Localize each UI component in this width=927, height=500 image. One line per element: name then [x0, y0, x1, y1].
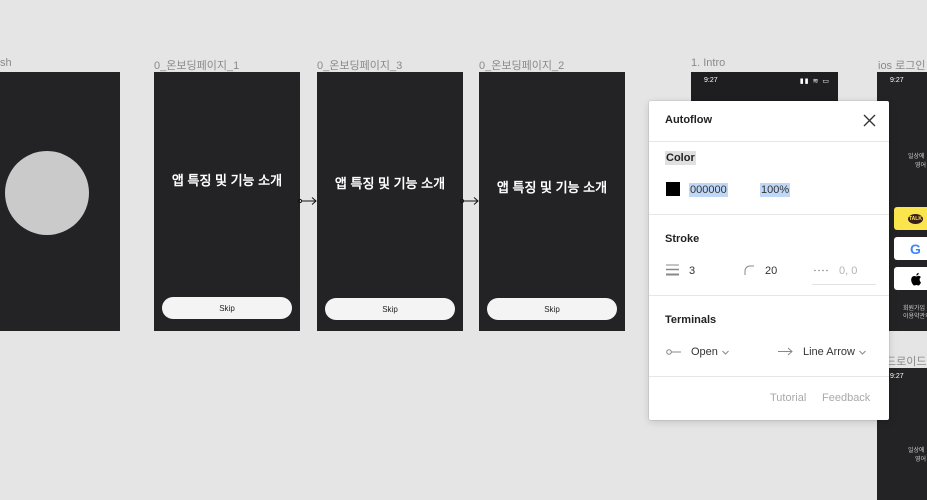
skip-button[interactable]: Skip: [325, 298, 455, 320]
intro-text: 일상에: [908, 448, 925, 454]
divider: [649, 295, 889, 296]
terms-text: 이용약관의: [903, 314, 927, 320]
skip-button[interactable]: Skip: [162, 297, 292, 319]
apple-icon: [911, 272, 921, 285]
google-login-button[interactable]: G: [894, 237, 927, 260]
frame-label: 0_온보딩페이지_3: [317, 60, 403, 72]
end-terminal-value: Line Arrow: [803, 346, 855, 358]
status-time: 9:27: [890, 77, 904, 84]
flow-arrow-connector: [298, 197, 317, 205]
stroke-section-title: Stroke: [665, 233, 700, 245]
start-terminal-value: Open: [691, 346, 718, 358]
color-section-title: Color: [665, 151, 696, 165]
onboarding-frame-2[interactable]: 앱 특징 및 기능 소개 Skip: [479, 72, 625, 331]
divider: [649, 141, 889, 142]
chevron-down-icon: [722, 350, 729, 355]
frame-title: 앱 특징 및 기능 소개: [496, 180, 608, 195]
splash-frame[interactable]: [0, 72, 120, 331]
frame-label: 드로이드: [886, 356, 927, 368]
kakao-login-button[interactable]: TALK: [894, 207, 927, 230]
end-terminal-select[interactable]: Line Arrow: [803, 346, 866, 358]
autoflow-panel: Autoflow Color 000000 100% Stroke 3 20 0…: [649, 101, 889, 420]
status-time: 9:27: [890, 373, 904, 380]
kakao-talk-icon: TALK: [908, 213, 923, 224]
chevron-down-icon: [859, 350, 866, 355]
start-terminal-select[interactable]: Open: [691, 346, 729, 358]
signal-wifi-battery-icon: ▮▮ ≋ ▭: [799, 78, 830, 85]
frame-title: 앱 특징 및 기능 소개: [171, 173, 283, 188]
flow-arrow-connector: [460, 197, 479, 205]
close-icon[interactable]: [862, 113, 877, 128]
onboarding-frame-1[interactable]: 앱 특징 및 기능 소개 Skip: [154, 72, 300, 331]
frame-label: 1. Intro: [691, 57, 726, 69]
frame-label: 0_온보딩페이지_2: [479, 60, 565, 72]
dash-input-underline: [812, 284, 876, 285]
frame-label: sh: [0, 57, 12, 69]
terminals-section-title: Terminals: [665, 314, 717, 326]
open-terminal-icon: [666, 349, 681, 355]
status-bar: 9:27 ▮▮ ≋ ▭: [691, 76, 838, 86]
color-swatch[interactable]: [666, 182, 680, 196]
corner-radius-input[interactable]: 20: [765, 265, 777, 277]
color-hex-input[interactable]: 000000: [689, 183, 728, 197]
apple-login-button[interactable]: [894, 267, 927, 290]
stroke-weight-input[interactable]: 3: [689, 265, 695, 277]
feedback-link[interactable]: Feedback: [822, 392, 870, 404]
stroke-weight-icon: [666, 264, 679, 276]
tutorial-link[interactable]: Tutorial: [770, 392, 806, 404]
panel-title: Autoflow: [665, 114, 713, 126]
frame-label: 0_온보딩페이지_1: [154, 60, 240, 72]
onboarding-frame-3[interactable]: 앱 특징 및 기능 소개 Skip: [317, 72, 463, 331]
corner-radius-icon: [744, 265, 754, 275]
dash-pattern-icon: [814, 269, 830, 272]
status-time: 9:27: [704, 77, 718, 84]
color-opacity-input[interactable]: 100%: [760, 183, 791, 197]
dash-pattern-input[interactable]: 0, 0: [839, 265, 857, 277]
status-bar: 9:27: [877, 76, 927, 86]
intro-text: 영어: [915, 457, 927, 463]
divider: [649, 376, 889, 377]
frame-title: 앱 특징 및 기능 소개: [334, 176, 446, 191]
line-arrow-icon: [778, 347, 793, 356]
intro-text: 영어: [915, 163, 927, 169]
skip-button[interactable]: Skip: [487, 298, 617, 320]
divider: [649, 214, 889, 215]
frame-label: ios 로그인: [878, 60, 926, 72]
google-icon: G: [910, 240, 921, 257]
intro-text: 일상에: [908, 154, 925, 160]
splash-circle: [5, 151, 89, 235]
